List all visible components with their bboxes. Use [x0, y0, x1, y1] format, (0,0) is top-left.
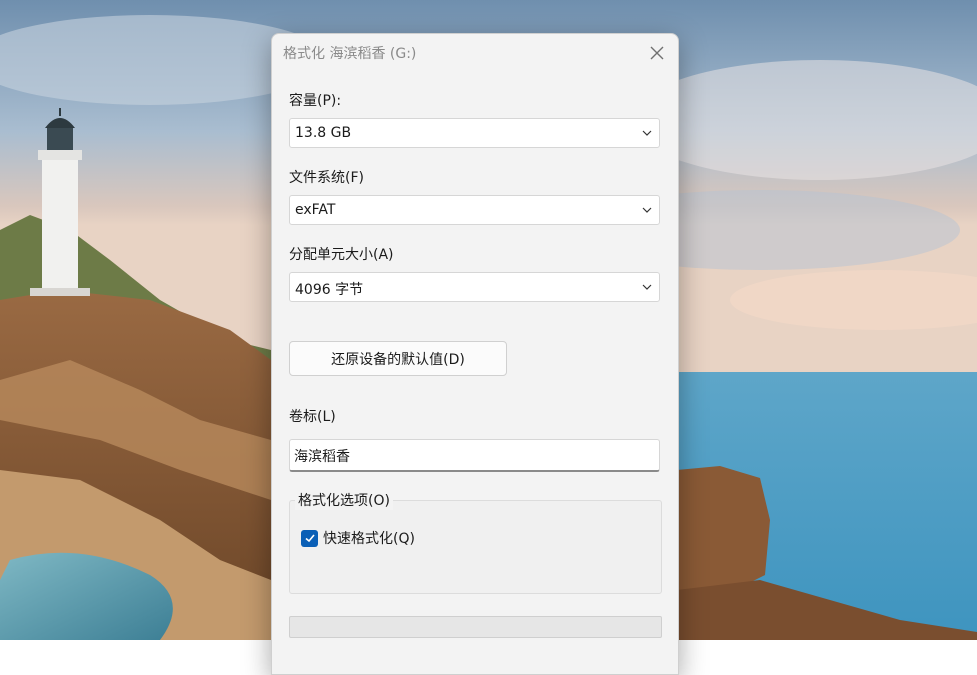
capacity-select[interactable]: 13.8 GB	[289, 118, 660, 148]
volume-label-input[interactable]: 海滨稻香	[289, 439, 660, 472]
quick-format-label: 快速格式化(Q)	[323, 531, 415, 547]
allocation-value: 4096 字节	[295, 282, 364, 298]
volume-label-caption: 卷标(L)	[289, 409, 336, 425]
filesystem-select[interactable]: exFAT	[289, 195, 660, 225]
format-progress-bar	[289, 616, 662, 638]
capacity-label: 容量(P):	[289, 93, 342, 109]
restore-defaults-button[interactable]: 还原设备的默认值(D)	[289, 341, 507, 376]
checkmark-icon	[304, 534, 315, 543]
capacity-value: 13.8 GB	[295, 125, 352, 141]
close-button[interactable]	[644, 40, 670, 66]
chevron-down-icon	[642, 207, 652, 213]
checkbox-box[interactable]	[301, 529, 318, 547]
format-dialog: 格式化 海滨稻香 (G:) 容量(P): 13.8 GB 文件系统(F) exF…	[271, 33, 679, 675]
allocation-select[interactable]: 4096 字节	[289, 272, 660, 302]
format-options-legend: 格式化选项(O)	[295, 490, 393, 510]
quick-format-checkbox[interactable]: 快速格式化(Q)	[301, 528, 415, 548]
close-icon	[650, 46, 664, 60]
filesystem-label: 文件系统(F)	[289, 170, 364, 186]
allocation-label: 分配单元大小(A)	[289, 247, 394, 263]
chevron-down-icon	[642, 130, 652, 136]
chevron-down-icon	[642, 284, 652, 290]
dialog-title: 格式化 海滨稻香 (G:)	[283, 46, 417, 62]
filesystem-value: exFAT	[295, 202, 336, 218]
title-bar: 格式化 海滨稻香 (G:)	[272, 34, 678, 72]
